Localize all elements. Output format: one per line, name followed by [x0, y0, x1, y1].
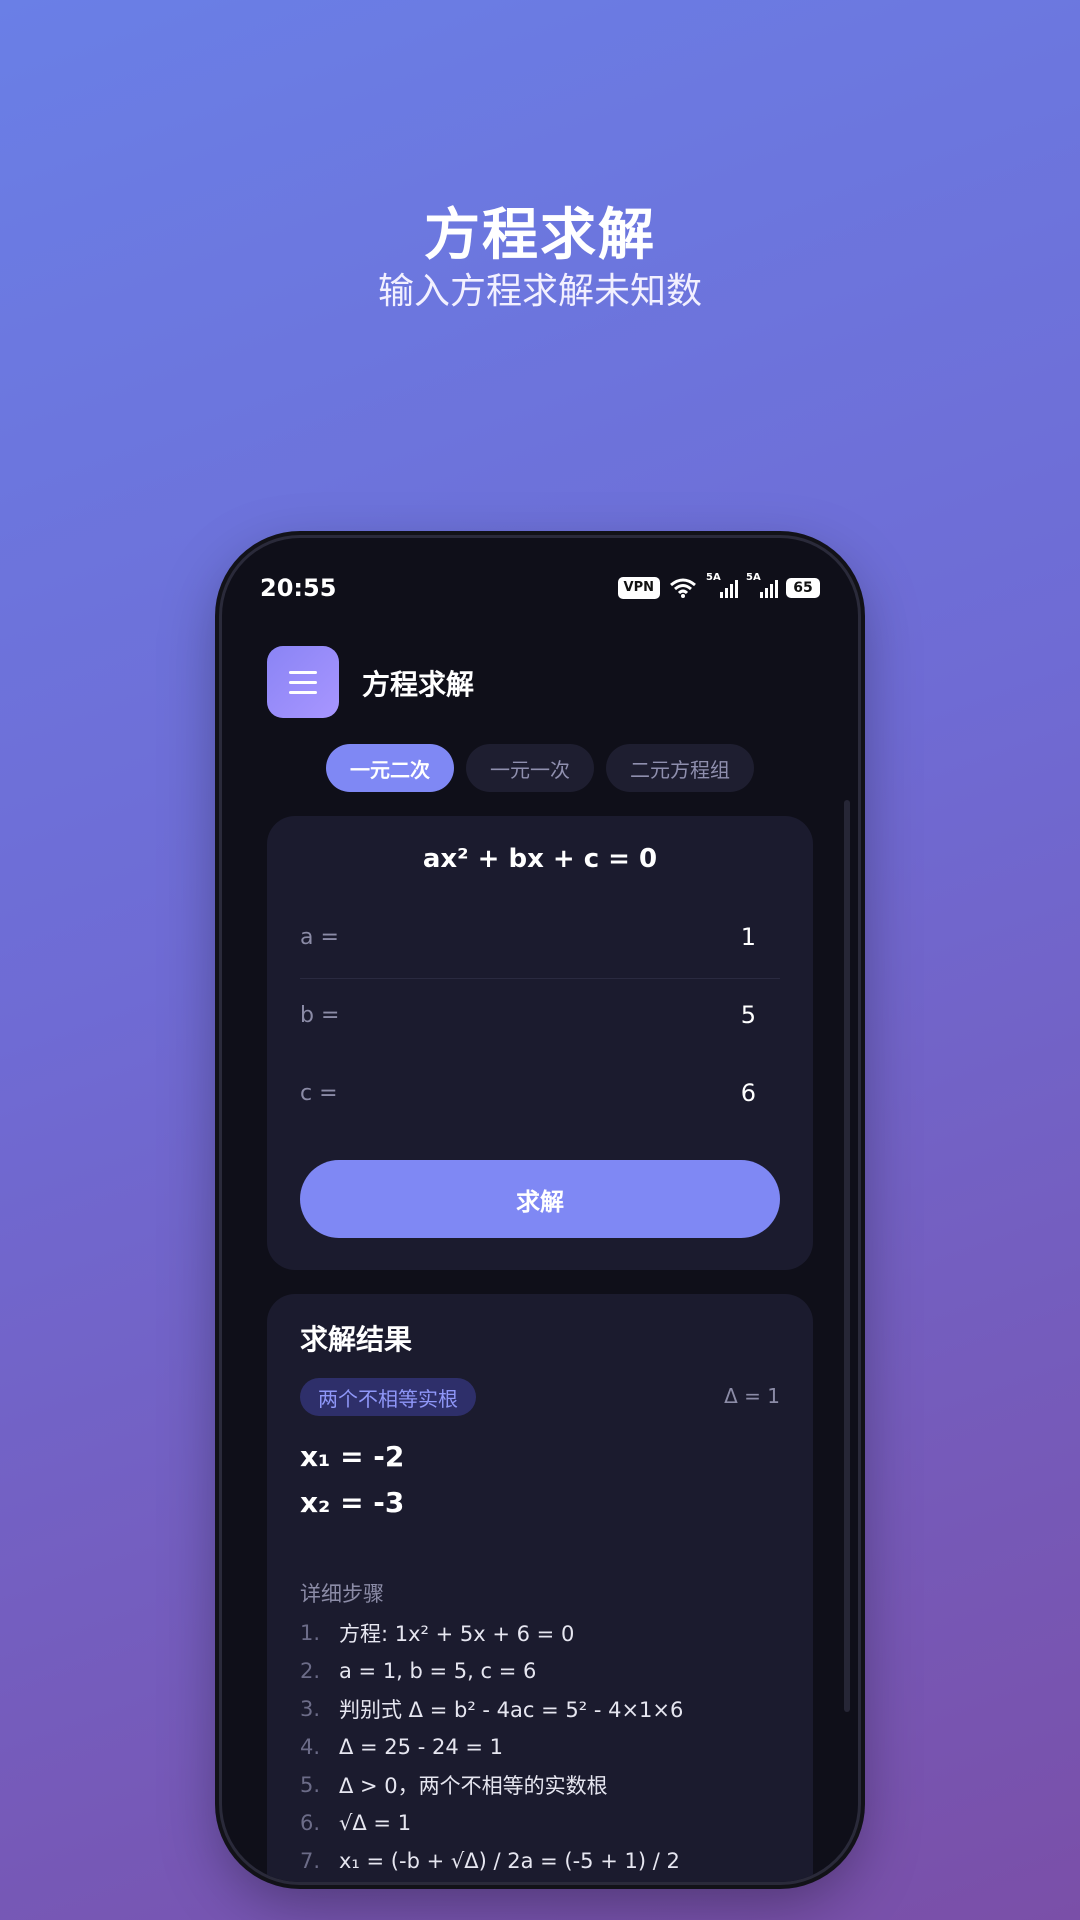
- list-item: 5. Δ > 0，两个不相等的实数根: [300, 1766, 793, 1804]
- coefficient-b-label: b =: [300, 1002, 340, 1028]
- status-icons: VPN 5A 5A 65: [617, 572, 820, 599]
- list-item: 4. Δ = 25 - 24 = 1: [300, 1728, 793, 1766]
- list-item: 2. a = 1, b = 5, c = 6: [300, 1652, 793, 1690]
- root-x2: x₂ = -3: [300, 1486, 405, 1519]
- coefficient-b-row[interactable]: b = 5: [300, 976, 780, 1054]
- step-number: 3.: [300, 1697, 321, 1721]
- step-number: 5.: [300, 1773, 321, 1797]
- tab-quadratic[interactable]: 一元二次: [326, 744, 454, 792]
- signal-icon: 5A: [746, 572, 778, 598]
- coefficient-a-row[interactable]: a = 1: [300, 898, 780, 976]
- vpn-icon: VPN: [617, 577, 660, 599]
- page-title: 方程求解: [362, 668, 475, 701]
- step-number: 7.: [300, 1849, 321, 1873]
- step-text: Δ = 25 - 24 = 1: [339, 1735, 503, 1759]
- list-item: 6. √Δ = 1: [300, 1804, 793, 1842]
- tab-linear[interactable]: 一元一次: [466, 744, 594, 792]
- scrollbar[interactable]: [844, 800, 850, 1712]
- step-text: a = 1, b = 5, c = 6: [339, 1659, 537, 1683]
- step-text: Δ > 0，两个不相等的实数根: [339, 1774, 608, 1798]
- result-title: 求解结果: [300, 1323, 413, 1356]
- solve-button[interactable]: 求解: [300, 1160, 780, 1238]
- coefficient-c-row[interactable]: c = 6: [300, 1054, 780, 1132]
- phone-frame: 20:55 VPN 5A 5A 65 方程求解 一元二次 一元一次 二元方程组 …: [222, 538, 858, 1882]
- discriminant-value: Δ = 1: [724, 1384, 780, 1408]
- result-card: 求解结果 两个不相等实根 Δ = 1 x₁ = -2 x₂ = -3 详细步骤 …: [267, 1294, 813, 1882]
- status-bar: 20:55 VPN 5A 5A 65: [222, 568, 858, 608]
- step-number: 2.: [300, 1659, 321, 1683]
- signal-icon: 5A: [706, 572, 738, 598]
- coefficient-c-input[interactable]: 6: [741, 1079, 780, 1107]
- equation-type-tabs: 一元二次 一元一次 二元方程组: [222, 744, 858, 792]
- steps-list: 1. 方程: 1x² + 5x + 6 = 0 2. a = 1, b = 5, c…: [300, 1614, 793, 1880]
- coefficient-a-input[interactable]: 1: [741, 923, 780, 951]
- root-type-badge: 两个不相等实根: [300, 1378, 476, 1416]
- hero-subtitle: 输入方程求解未知数: [377, 271, 702, 312]
- step-number: 1.: [300, 1621, 321, 1645]
- root-x1: x₁ = -2: [300, 1440, 405, 1473]
- steps-title: 详细步骤: [300, 1582, 384, 1606]
- menu-icon: [289, 670, 317, 674]
- wifi-icon: [670, 578, 696, 598]
- step-text: √Δ = 1: [339, 1811, 412, 1835]
- coefficient-b-input[interactable]: 5: [741, 1001, 780, 1029]
- coefficient-c-label: c =: [300, 1080, 338, 1106]
- battery-icon: 65: [786, 578, 820, 598]
- list-item: 1. 方程: 1x² + 5x + 6 = 0: [300, 1614, 793, 1652]
- menu-button[interactable]: [267, 646, 339, 718]
- list-item: 7. x₁ = (-b + √Δ) / 2a = (-5 + 1) / 2: [300, 1842, 793, 1880]
- step-number: 6.: [300, 1811, 321, 1835]
- hero-title: 方程求解: [424, 203, 656, 268]
- step-text: 判别式 Δ = b² - 4ac = 5² - 4×1×6: [339, 1698, 684, 1722]
- equation-input-card: ax² + bx + c = 0 a = 1 b = 5 c = 6 求解: [267, 816, 813, 1270]
- step-text: 方程: 1x² + 5x + 6 = 0: [339, 1622, 575, 1646]
- equation-formula: ax² + bx + c = 0: [422, 844, 658, 874]
- coefficient-a-label: a =: [300, 924, 339, 950]
- tab-linear-system[interactable]: 二元方程组: [606, 744, 754, 792]
- step-text: x₁ = (-b + √Δ) / 2a = (-5 + 1) / 2: [339, 1849, 680, 1873]
- step-number: 4.: [300, 1735, 321, 1759]
- status-time: 20:55: [260, 574, 337, 602]
- list-item: 3. 判别式 Δ = b² - 4ac = 5² - 4×1×6: [300, 1690, 793, 1728]
